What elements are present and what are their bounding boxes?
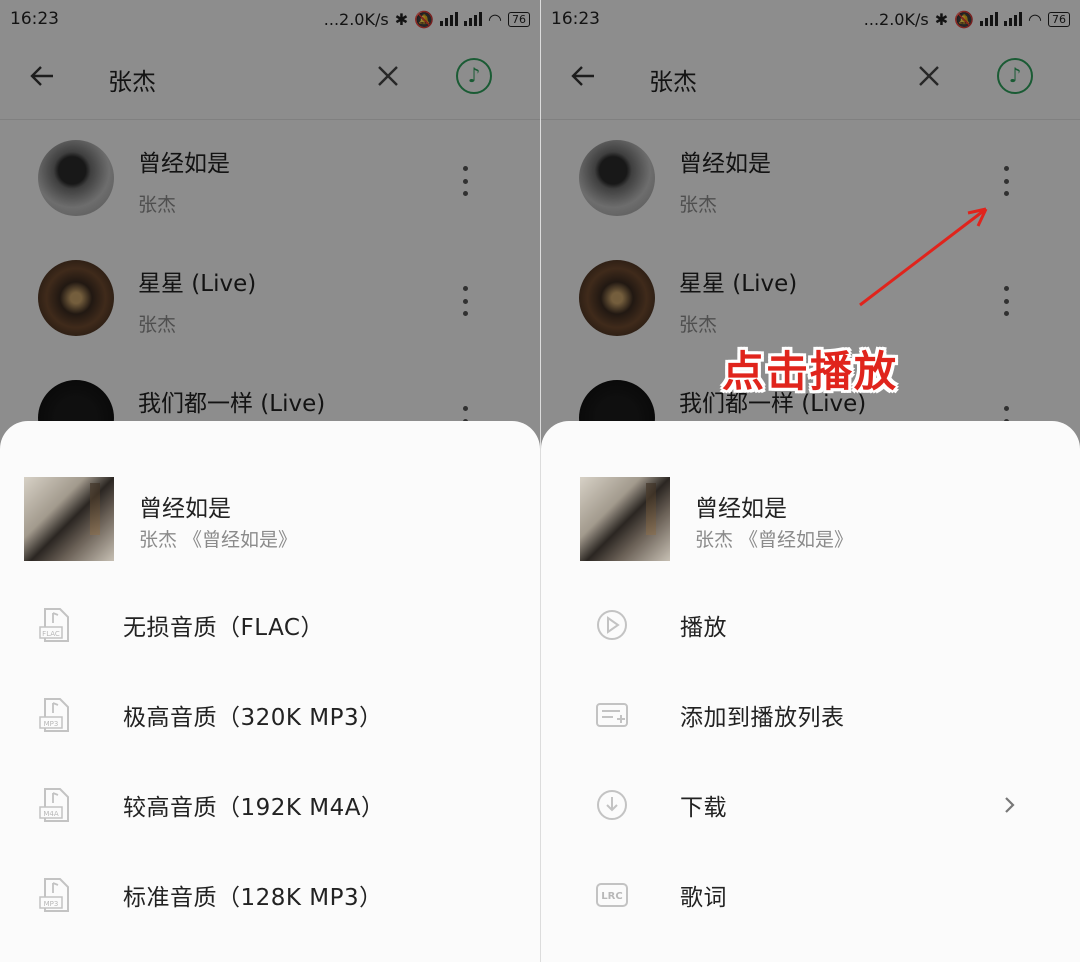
add-to-playlist-option[interactable]: 添加到播放列表 (541, 670, 1080, 760)
album-cover (24, 477, 114, 561)
play-option[interactable]: 播放 (541, 580, 1080, 670)
download-icon (597, 790, 627, 820)
svg-text:FLAC: FLAC (42, 630, 60, 638)
action-sheet: 曾经如是 张杰 《曾经如是》 播放 添加到播放列表 下载 LRC 歌词 (541, 421, 1080, 962)
lrc-lyrics-icon: LRC (596, 883, 628, 907)
play-circle-icon (597, 610, 627, 640)
flac-file-icon: FLAC (39, 608, 69, 642)
album-cover (580, 477, 670, 561)
quality-label: 标准音质（128K MP3） (123, 885, 383, 911)
quality-sheet: 曾经如是 张杰 《曾经如是》 FLAC 无损音质（FLAC） MP3 极高音质（… (0, 421, 540, 962)
sheet-song-title: 曾经如是 (695, 496, 787, 522)
svg-text:MP3: MP3 (44, 720, 59, 728)
chevron-right-icon (1005, 797, 1015, 813)
right-screen: 16:23 ...2.0K/s ✱ 🔕 ◠ 76 张杰 ♪ 曾经如是 张杰 星星… (541, 0, 1080, 962)
svg-text:LRC: LRC (601, 891, 622, 902)
quality-option-320k[interactable]: MP3 极高音质（320K MP3） (0, 670, 540, 760)
svg-text:M4A: M4A (43, 810, 58, 818)
sheet-song-title: 曾经如是 (139, 496, 231, 522)
quality-label: 极高音质（320K MP3） (123, 705, 383, 731)
sheet-song-subtitle: 张杰 《曾经如是》 (695, 529, 854, 551)
left-screen: 16:23 ...2.0K/s ✱ 🔕 ◠ 76 张杰 ♪ 曾经如是 张杰 星星… (0, 0, 540, 962)
annotation-arrow-icon (859, 207, 988, 307)
download-option[interactable]: 下载 (541, 760, 1080, 850)
action-label: 播放 (680, 615, 727, 641)
sheet-header: 曾经如是 张杰 《曾经如是》 (541, 477, 1080, 563)
sheet-song-subtitle: 张杰 《曾经如是》 (139, 529, 298, 551)
action-label: 下载 (680, 795, 727, 821)
mp3-file-icon: MP3 (39, 878, 69, 912)
quality-label: 无损音质（FLAC） (123, 615, 324, 641)
quality-option-192k[interactable]: M4A 较高音质（192K M4A） (0, 760, 540, 850)
action-label: 添加到播放列表 (680, 705, 845, 731)
quality-option-128k[interactable]: MP3 标准音质（128K MP3） (0, 850, 540, 940)
mp3-file-icon: MP3 (39, 698, 69, 732)
quality-label: 较高音质（192K M4A） (123, 795, 385, 821)
lyrics-option[interactable]: LRC 歌词 (541, 850, 1080, 940)
sheet-header: 曾经如是 张杰 《曾经如是》 (0, 477, 540, 563)
add-to-playlist-icon (596, 703, 628, 727)
quality-option-flac[interactable]: FLAC 无损音质（FLAC） (0, 580, 540, 670)
svg-text:MP3: MP3 (44, 900, 59, 908)
m4a-file-icon: M4A (39, 788, 69, 822)
annotation-callout: 点击播放 (722, 347, 899, 396)
action-label: 歌词 (680, 885, 727, 911)
